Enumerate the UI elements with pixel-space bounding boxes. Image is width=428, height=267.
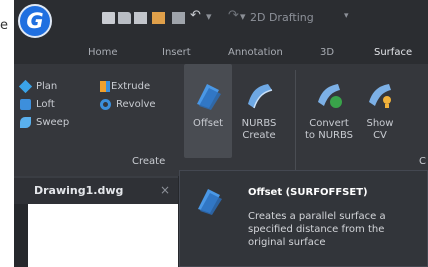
ribbon-panel: Plan Loft Sweep Extrude Revolve Offset N…: [14, 64, 428, 176]
undo-icon[interactable]: ↶: [190, 8, 201, 23]
tab-surface[interactable]: Surface: [374, 42, 412, 64]
offset-surface-icon: [198, 189, 222, 215]
group-separator: [295, 70, 296, 170]
command-tooltip: Offset (SURFOFFSET) Creates a parallel s…: [179, 170, 428, 267]
workspace-selector[interactable]: 2D Drafting: [250, 11, 314, 24]
offset-surface-button[interactable]: Offset: [184, 64, 232, 158]
redo-icon[interactable]: ↷: [228, 8, 239, 23]
show-cv-label: Show CV: [366, 118, 394, 141]
sweep-surface-button[interactable]: Sweep: [20, 114, 69, 130]
redo-dropdown-icon[interactable]: ▾: [240, 10, 246, 23]
open-folder-icon[interactable]: [118, 12, 131, 24]
convert-to-nurbs-label: Convert to NURBS: [305, 118, 353, 141]
create-group-label: Create: [132, 156, 166, 167]
tab-3d[interactable]: 3D: [320, 42, 334, 64]
tab-insert[interactable]: Insert: [162, 42, 191, 64]
plan-label: Plan: [36, 80, 58, 92]
ribbon-tab-bar: Home Insert Annotation 3D Surface: [14, 42, 428, 64]
partial-letter: e: [0, 18, 8, 33]
nurbs-create-label: NURBS Create: [241, 118, 277, 141]
revolve-label: Revolve: [116, 98, 156, 110]
show-cv-icon: [369, 84, 391, 108]
tooltip-description: Creates a parallel surface a specified d…: [248, 211, 386, 248]
print-icon[interactable]: [172, 12, 185, 24]
app-logo-button[interactable]: G: [18, 4, 52, 38]
extrude-surface-icon: [100, 80, 106, 92]
undo-dropdown-icon[interactable]: ▾: [206, 10, 212, 23]
loft-surface-icon: [20, 98, 31, 110]
tooltip-title: Offset (SURFOFFSET): [248, 187, 368, 198]
extrude-label: Extrude: [111, 80, 151, 92]
revolve-surface-icon: [100, 98, 111, 110]
tab-home[interactable]: Home: [88, 42, 118, 64]
sweep-surface-icon: [20, 116, 31, 128]
plan-surface-icon: [18, 79, 33, 93]
edit-group-label: C: [419, 156, 426, 167]
sweep-label: Sweep: [36, 116, 70, 128]
show-cv-button[interactable]: Show CV: [358, 64, 402, 158]
nurbs-create-icon: [248, 84, 273, 109]
drawing-canvas[interactable]: [28, 204, 178, 267]
save-icon[interactable]: [134, 12, 147, 24]
close-icon[interactable]: ×: [160, 183, 170, 197]
revolve-surface-button[interactable]: Revolve: [100, 96, 156, 112]
document-tab[interactable]: Drawing1.dwg ×: [14, 176, 178, 204]
cad-application-window: G ↶ ▾ ↷ ▾ 2D Drafting ▾ Home Insert Anno…: [14, 0, 428, 267]
loft-label: Loft: [36, 98, 55, 110]
convert-to-nurbs-button[interactable]: Convert to NURBS: [302, 64, 356, 158]
offset-surface-icon: [197, 84, 221, 110]
tab-annotation[interactable]: Annotation: [228, 42, 283, 64]
plan-surface-button[interactable]: Plan: [18, 78, 58, 94]
new-file-icon[interactable]: [102, 12, 115, 24]
document-tab-label: Drawing1.dwg: [34, 184, 124, 197]
offset-label: Offset: [192, 118, 224, 129]
quick-access-toolbar: G ↶ ▾ ↷ ▾ 2D Drafting ▾: [14, 0, 428, 40]
loft-surface-button[interactable]: Loft: [20, 96, 55, 112]
nurbs-create-button[interactable]: NURBS Create: [232, 64, 286, 158]
convert-to-nurbs-icon: [318, 84, 342, 108]
chevron-down-icon[interactable]: ▾: [344, 11, 349, 21]
extrude-surface-button[interactable]: Extrude: [100, 78, 150, 94]
save-as-icon[interactable]: [152, 12, 165, 24]
